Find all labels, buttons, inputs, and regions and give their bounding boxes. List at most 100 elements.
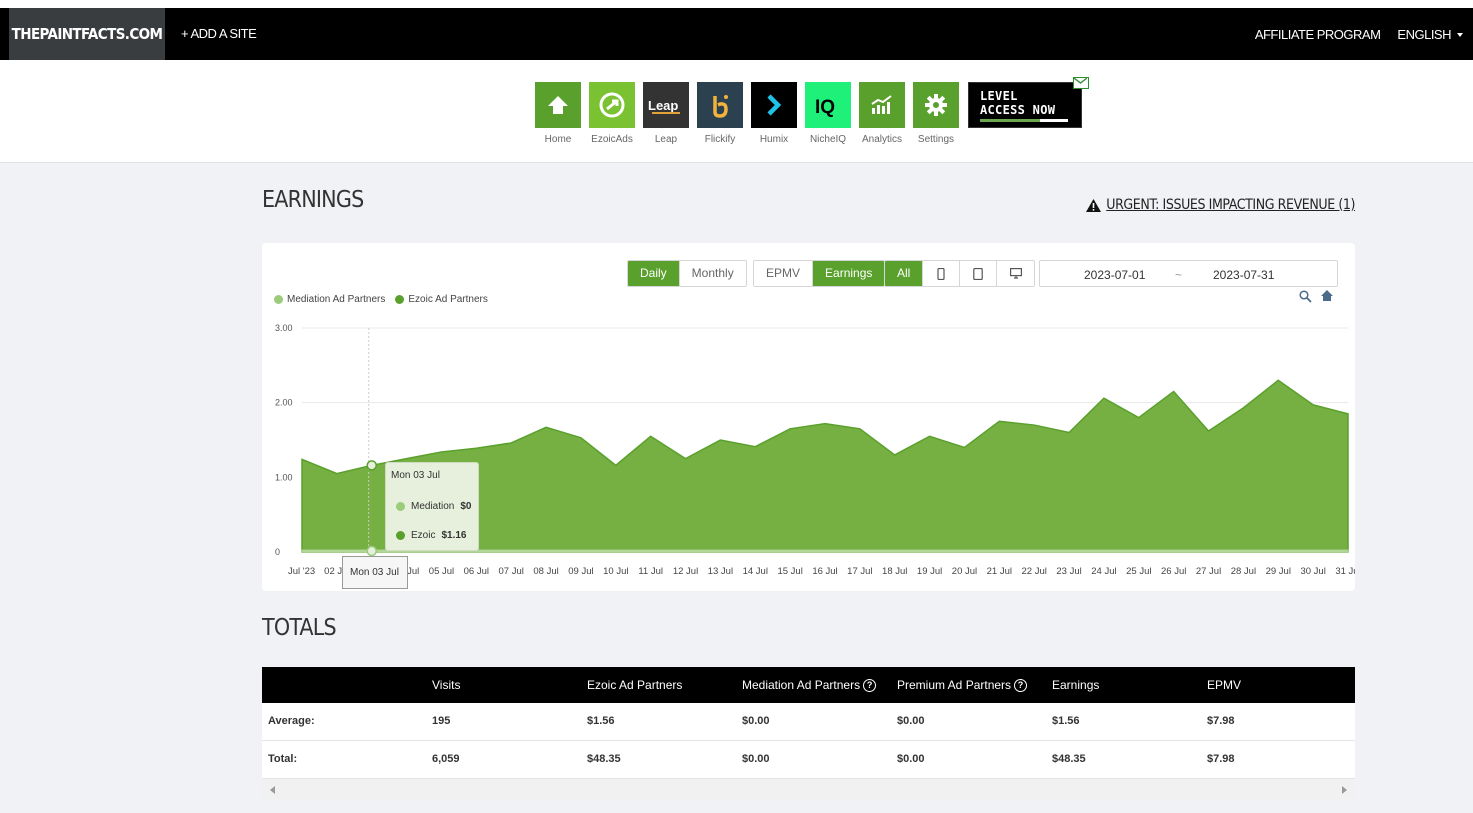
help-icon[interactable]: ? xyxy=(1014,678,1028,692)
x-tick-label: 22 Jul xyxy=(1022,566,1047,577)
x-tick-label: 07 Jul xyxy=(499,566,524,577)
urgent-issues-link[interactable]: URGENT: ISSUES IMPACTING REVENUE (1) xyxy=(1085,197,1355,213)
tooltip-ezoic-label: Ezoic xyxy=(411,530,436,541)
col-mediation-ad-partners: Mediation Ad Partners? xyxy=(742,678,877,692)
x-tick-label: 09 Jul xyxy=(568,566,593,577)
x-tick-label: 26 Jul xyxy=(1161,566,1186,577)
x-tick-label: 21 Jul xyxy=(987,566,1012,577)
totals-title: TOTALS xyxy=(262,615,337,641)
tooltip-title: Mon 03 Jul xyxy=(391,470,440,481)
scroll-left-arrow-icon[interactable] xyxy=(270,786,275,794)
row-label: Total: xyxy=(268,753,298,765)
x-axis-tooltip: Mon 03 Jul xyxy=(342,556,408,589)
envelope-icon[interactable] xyxy=(1073,77,1089,89)
hover-point-ezoic[interactable] xyxy=(366,460,377,471)
app-ezoicads[interactable]: EzoicAds xyxy=(589,82,635,145)
humix-icon xyxy=(751,82,797,128)
analytics-icon xyxy=(859,82,905,128)
app-label: Home xyxy=(544,134,572,145)
x-tick-label: 16 Jul xyxy=(812,566,837,577)
nicheiq-icon: IQ xyxy=(805,82,851,128)
cell: $1.56 xyxy=(1052,715,1080,727)
x-tick-label: 12 Jul xyxy=(673,566,698,577)
tooltip-swatch xyxy=(396,502,405,511)
app-label: NicheIQ xyxy=(809,134,847,145)
x-tick-label: 29 Jul xyxy=(1266,566,1291,577)
cell: $1.56 xyxy=(587,715,615,727)
earnings-title: EARNINGS xyxy=(262,187,364,213)
x-tick-label: 18 Jul xyxy=(882,566,907,577)
x-tick-label: 24 Jul xyxy=(1091,566,1116,577)
site-brand[interactable]: THEPAINTFACTS.COM xyxy=(9,8,165,60)
col-label: Earnings xyxy=(1052,678,1100,692)
cell: 195 xyxy=(432,715,451,727)
x-tick-label: 13 Jul xyxy=(708,566,733,577)
help-icon[interactable]: ? xyxy=(863,678,877,692)
earnings-chart-card: Daily Monthly EPMV Earnings All 2023-07-… xyxy=(262,243,1355,591)
col-earnings: Earnings xyxy=(1052,678,1099,692)
x-tick-label: 30 Jul xyxy=(1300,566,1325,577)
app-bar: Home EzoicAds Leap Leap Flickify Humix I… xyxy=(0,60,1473,163)
hover-point-mediation[interactable] xyxy=(366,545,377,557)
tooltip-ezoic-value: $1.16 xyxy=(441,530,467,541)
app-label: Humix xyxy=(759,134,789,145)
app-humix[interactable]: Humix xyxy=(751,82,797,145)
x-tick-label: 05 Jul xyxy=(429,566,454,577)
app-home[interactable]: Home xyxy=(535,82,581,145)
gear-icon xyxy=(913,82,959,128)
x-tick-label: 28 Jul xyxy=(1231,566,1256,577)
x-tick-label: 08 Jul xyxy=(533,566,558,577)
col-epmv: EPMV xyxy=(1207,678,1241,692)
x-tick-label: 20 Jul xyxy=(952,566,977,577)
col-ezoic-ad-partners: Ezoic Ad Partners xyxy=(587,678,682,692)
caret-down-icon xyxy=(1457,33,1463,38)
flickify-icon xyxy=(697,82,743,128)
add-site-link[interactable]: + ADD A SITE xyxy=(181,8,257,60)
col-visits: Visits xyxy=(432,678,460,692)
leap-icon: Leap xyxy=(643,82,689,128)
app-settings[interactable]: Settings xyxy=(913,82,959,145)
table-header: Visits Ezoic Ad Partners Mediation Ad Pa… xyxy=(262,667,1355,703)
home-icon xyxy=(535,82,581,128)
x-tick-label: 27 Jul xyxy=(1196,566,1221,577)
x-tick-label: 15 Jul xyxy=(777,566,802,577)
col-label: Mediation Ad Partners xyxy=(742,678,861,692)
x-tick-label: 19 Jul xyxy=(917,566,942,577)
ezoicads-icon xyxy=(589,82,635,128)
tooltip-mediation-value: $0 xyxy=(460,501,472,512)
cell: $48.35 xyxy=(587,753,621,765)
x-tick-label: Jul '23 xyxy=(288,566,315,577)
app-label: Flickify xyxy=(704,134,736,145)
cell: $0.00 xyxy=(742,753,770,765)
app-label: Analytics xyxy=(861,134,902,145)
x-tick-label: 06 Jul xyxy=(464,566,489,577)
tooltip-mediation-label: Mediation xyxy=(411,501,455,512)
app-leap[interactable]: Leap Leap xyxy=(643,82,689,145)
cell: $0.00 xyxy=(742,715,770,727)
app-flickify[interactable]: Flickify xyxy=(697,82,743,145)
x-tick-label: 11 Jul xyxy=(638,566,663,577)
y-tick-label: 3.00 xyxy=(275,323,293,333)
level-access-banner[interactable]: LEVEL ACCESS NOW xyxy=(968,77,1089,128)
scroll-right-arrow-icon[interactable] xyxy=(1342,786,1347,794)
y-tick-label: 0 xyxy=(275,547,280,557)
horizontal-scrollbar[interactable] xyxy=(262,779,1355,799)
svg-text:Leap: Leap xyxy=(648,98,678,113)
app-nicheiq[interactable]: IQ NicheIQ xyxy=(805,82,851,145)
language-label: ENGLISH xyxy=(1397,26,1451,42)
col-label: Ezoic Ad Partners xyxy=(587,678,683,692)
language-dropdown[interactable]: ENGLISH xyxy=(1397,27,1463,42)
top-navbar: THEPAINTFACTS.COM + ADD A SITE AFFILIATE… xyxy=(0,0,1473,60)
row-label: Average: xyxy=(268,715,315,727)
cell: $0.00 xyxy=(897,715,925,727)
cell: 6,059 xyxy=(432,753,460,765)
x-tick-label: 25 Jul xyxy=(1126,566,1151,577)
app-analytics[interactable]: Analytics xyxy=(859,82,905,145)
svg-text:IQ: IQ xyxy=(815,97,835,117)
affiliate-program-link[interactable]: AFFILIATE PROGRAM xyxy=(1255,27,1381,42)
level-line1: LEVEL xyxy=(980,89,1018,103)
app-label: EzoicAds xyxy=(591,134,633,145)
cell: $7.98 xyxy=(1207,715,1235,727)
x-tick-label: 31 Jul xyxy=(1335,566,1355,577)
app-label: Settings xyxy=(917,134,955,145)
